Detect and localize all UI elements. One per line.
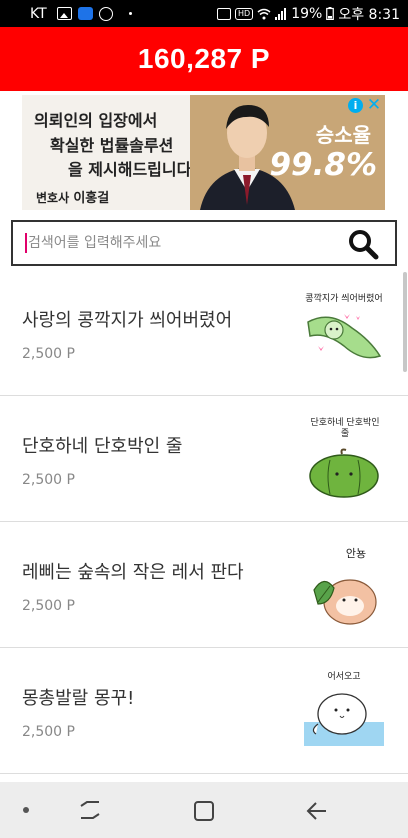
nav-indicator-dot-icon [23,807,29,813]
ad-banner[interactable]: 의뢰인의 입장에서 확실한 법률솔루션 을 제시해드립니다! 변호사 이홍걸 승… [22,95,385,210]
search-bar [11,220,397,266]
ad-lawyer-prefix: 변호사 [36,191,70,205]
app-notification-icon [77,7,93,20]
sticker-thumbnail: 어서오고 [300,666,388,756]
ad-stat-value: 99.8% [269,147,377,183]
carrier-label: KT [30,5,47,22]
item-price: 2,500 P [22,346,75,362]
sticker-thumbnail: 단호하네 단호박인 줄 [300,414,388,504]
text-cursor [25,233,27,253]
thumb-caption: 안뇽 [345,547,367,560]
ad-close-icon[interactable]: ✕ [366,97,382,114]
points-header: 160,287 P [0,27,408,91]
thumb-caption: 단호하네 단호박인 줄 [310,418,380,439]
ad-headline-3: 을 제시해드립니다! [68,160,199,179]
item-title: 사랑의 콩깍지가 씌어버렸어 [22,310,233,331]
battery-icon [326,7,335,20]
item-price: 2,500 P [22,724,75,740]
search-input[interactable] [28,235,328,251]
pumpkin-sticker-icon [309,448,379,498]
sticker-list: 사랑의 콩깍지가 씌어버렸어 2,500 P 콩깍지가 씌어버렸어 단호하네 단… [0,270,408,782]
search-icon[interactable] [347,228,379,260]
seal-sticker-icon [304,693,384,746]
item-price: 2,500 P [22,598,75,614]
list-item[interactable]: 레삐는 숲속의 작은 레서 판다 2,500 P 안뇽 [0,522,408,648]
more-notifications-dot-icon [128,12,132,15]
back-icon[interactable] [304,798,330,824]
wifi-icon [257,8,271,20]
mute-icon [217,7,232,20]
red-panda-sticker-icon [313,579,377,625]
list-item[interactable]: 사랑의 콩깍지가 씌어버렸어 2,500 P 콩깍지가 씌어버렸어 [0,270,408,396]
sticker-thumbnail: 콩깍지가 씌어버렸어 [300,288,388,378]
item-title: 레삐는 숲속의 작은 레서 판다 [22,562,244,583]
signal-icon [275,7,287,20]
thumb-caption: 어서오고 [327,672,361,682]
scrollbar[interactable] [403,272,407,372]
list-item[interactable]: 단호하네 단호박인 줄 2,500 P 단호하네 단호박인 줄 [0,396,408,522]
ad-info-icon[interactable]: i [348,98,363,113]
gallery-icon [56,7,72,20]
hd-badge: HD [235,7,254,20]
item-price: 2,500 P [22,472,75,488]
ad-stat-label: 승소율 [315,123,371,147]
list-item[interactable]: 몽총발랄 몽꾸! 2,500 P 어서오고 [0,648,408,774]
home-icon[interactable] [191,798,217,824]
status-bar: KT HD 19% 오후 8:31 [0,0,408,27]
points-balance: 160,287 P [137,43,271,74]
sticker-thumbnail: 안뇽 [300,540,388,630]
peapod-sticker-icon [307,314,382,359]
ad-lawyer-credit: 변호사 이홍걸 [36,187,109,206]
item-title: 몽총발랄 몽꾸! [22,688,135,709]
ad-headline-1: 의뢰인의 입장에서 [34,111,158,130]
camera-icon [98,6,113,21]
recent-apps-icon[interactable] [77,798,103,824]
navigation-bar [0,782,408,838]
ad-headline-2: 확실한 법률솔루션 [50,136,174,155]
item-title: 단호하네 단호박인 줄 [22,436,183,457]
clock: 오후 8:31 [338,6,400,23]
thumb-caption: 콩깍지가 씌어버렸어 [305,294,383,304]
battery-percent: 19% [291,5,323,22]
ad-lawyer-name: 이홍걸 [73,191,110,206]
